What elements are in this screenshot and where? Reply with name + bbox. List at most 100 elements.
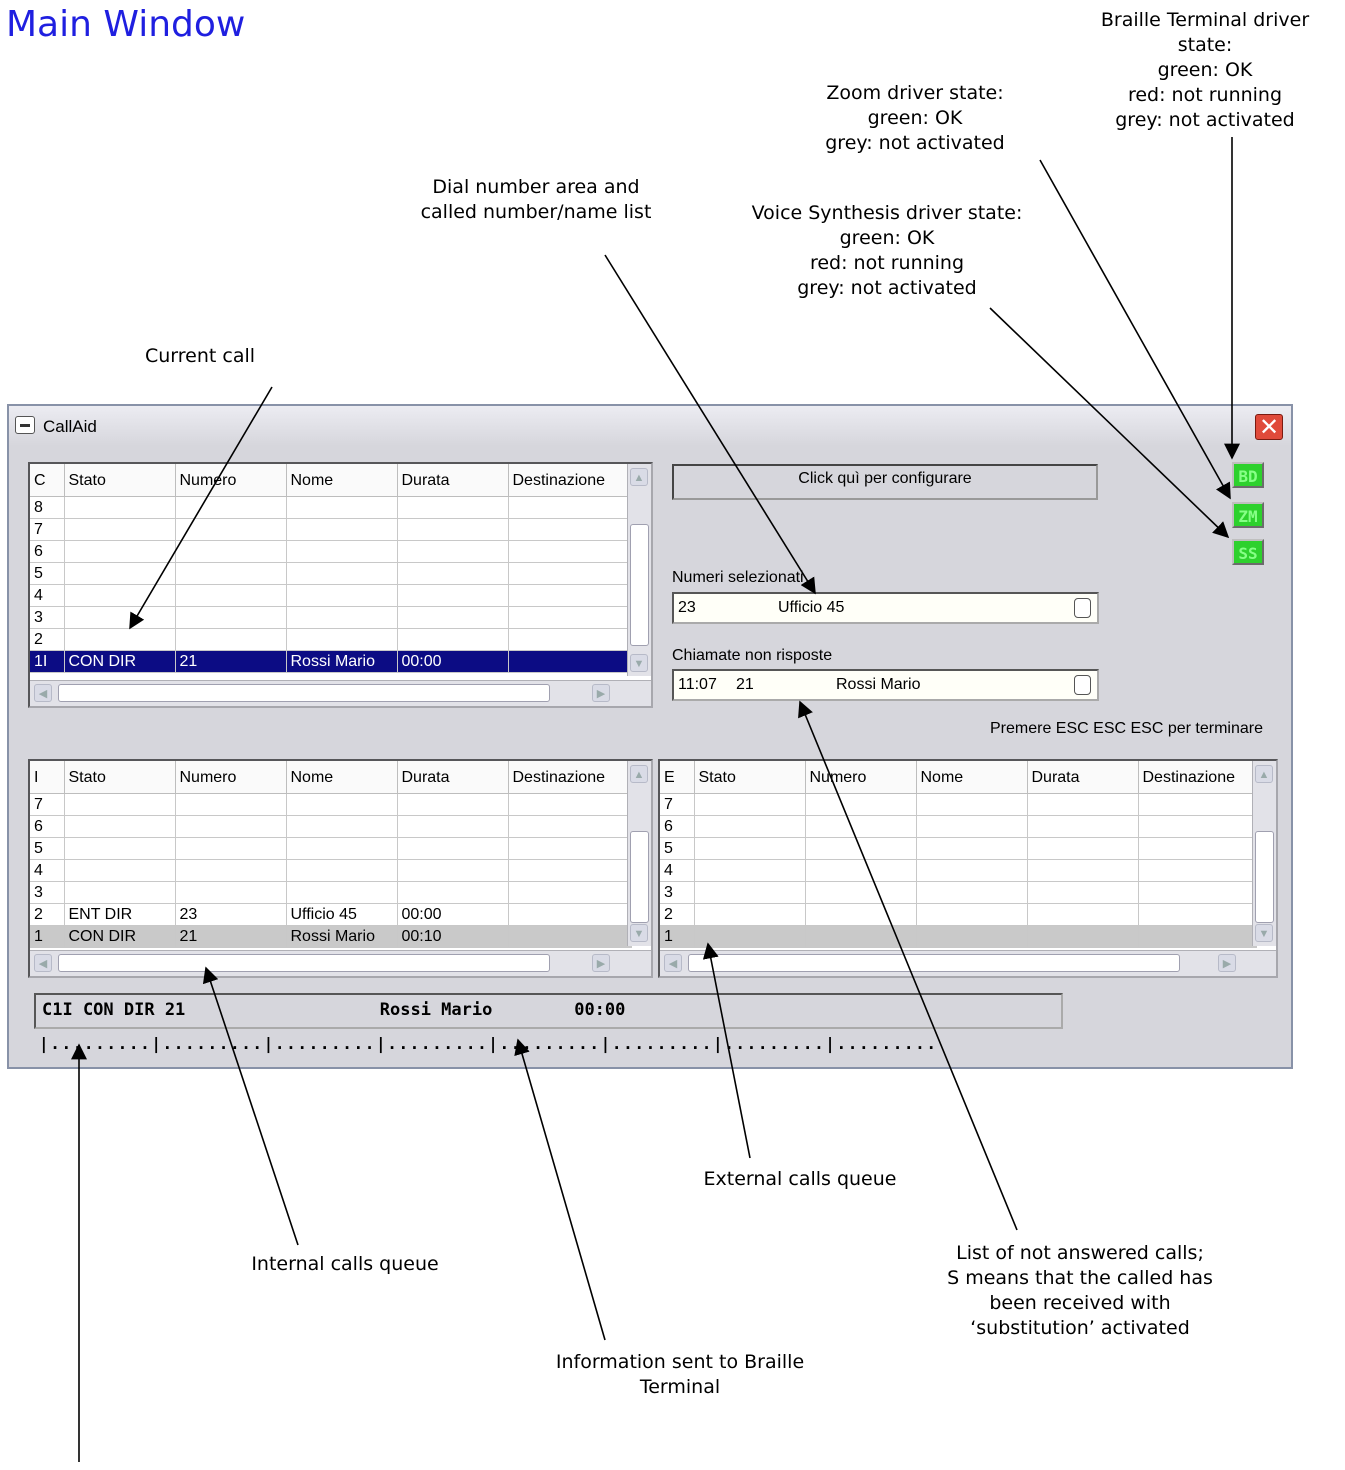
cell bbox=[508, 925, 632, 948]
table-row[interactable]: 3 bbox=[30, 881, 632, 904]
scroll-right-icon[interactable]: ▶ bbox=[592, 954, 610, 972]
scroll-down-icon[interactable]: ▼ bbox=[1255, 924, 1273, 942]
table-row[interactable]: 8 bbox=[30, 496, 632, 519]
cell bbox=[175, 859, 287, 882]
cell bbox=[286, 562, 398, 585]
cell bbox=[916, 859, 1028, 882]
zoom-driver-note: Zoom driver state: green: OK grey: not a… bbox=[790, 81, 1040, 156]
column-header-destinazione[interactable]: Destinazione bbox=[508, 761, 632, 794]
column-header-nome[interactable]: Nome bbox=[916, 761, 1028, 794]
dialed-dropdown-button[interactable] bbox=[1074, 598, 1091, 618]
table-row[interactable]: 4 bbox=[30, 859, 632, 882]
scroll-up-icon[interactable]: ▲ bbox=[630, 468, 648, 486]
cell: 2 bbox=[30, 903, 65, 926]
note-line: green: OK bbox=[1157, 59, 1253, 81]
column-header-stato[interactable]: Stato bbox=[694, 761, 806, 794]
cell: 1 bbox=[30, 925, 65, 948]
scroll-left-icon[interactable]: ◀ bbox=[664, 954, 682, 972]
missed-calls-combo[interactable]: 11:07 21 Rossi Mario bbox=[672, 669, 1099, 701]
missed-dropdown-button[interactable] bbox=[1074, 675, 1091, 695]
cell bbox=[64, 815, 176, 838]
column-header-stato[interactable]: Stato bbox=[64, 761, 176, 794]
column-header-durata[interactable]: Durata bbox=[397, 464, 509, 497]
scroll-left-icon[interactable]: ◀ bbox=[34, 684, 52, 702]
table-row[interactable]: 7 bbox=[660, 793, 1257, 816]
column-header-numero[interactable]: Numero bbox=[175, 761, 287, 794]
scroll-down-icon[interactable]: ▼ bbox=[630, 924, 648, 942]
cell bbox=[508, 562, 632, 585]
column-header-i[interactable]: I bbox=[30, 761, 65, 794]
scroll-thumb[interactable] bbox=[1255, 831, 1274, 923]
table-row[interactable]: 6 bbox=[30, 540, 632, 563]
table-row[interactable]: 5 bbox=[660, 837, 1257, 860]
table-row[interactable]: 7 bbox=[30, 518, 632, 541]
table-row[interactable]: 3 bbox=[660, 881, 1257, 904]
table-row[interactable]: 4 bbox=[660, 859, 1257, 882]
current-call-table: C Stato Numero Nome Durata Destinazione … bbox=[30, 464, 632, 673]
system-menu-icon[interactable] bbox=[15, 416, 35, 434]
current-call-note: Current call bbox=[125, 344, 275, 369]
external-queue-table: E Stato Numero Nome Durata Destinazione … bbox=[660, 761, 1257, 948]
cell bbox=[175, 562, 287, 585]
table-row[interactable]: 7 bbox=[30, 793, 632, 816]
header-row: I Stato Numero Nome Durata Destinazione bbox=[30, 761, 632, 794]
table-row[interactable]: 5 bbox=[30, 837, 632, 860]
scroll-thumb[interactable] bbox=[630, 831, 649, 923]
header-row: E Stato Numero Nome Durata Destinazione bbox=[660, 761, 1257, 794]
column-header-durata[interactable]: Durata bbox=[1027, 761, 1139, 794]
scroll-up-icon[interactable]: ▲ bbox=[630, 765, 648, 783]
current-call-grid[interactable]: C Stato Numero Nome Durata Destinazione … bbox=[28, 462, 653, 708]
cell: 6 bbox=[30, 815, 65, 838]
internal-queue-grid[interactable]: I Stato Numero Nome Durata Destinazione … bbox=[28, 759, 653, 978]
scroll-thumb[interactable] bbox=[58, 684, 550, 702]
scroll-thumb[interactable] bbox=[688, 954, 1180, 972]
scroll-thumb[interactable] bbox=[630, 524, 649, 646]
horizontal-scrollbar[interactable]: ◀ ▶ bbox=[660, 950, 1276, 976]
column-header-stato[interactable]: Stato bbox=[64, 464, 176, 497]
cell bbox=[64, 540, 176, 563]
table-row[interactable]: 3 bbox=[30, 606, 632, 629]
column-header-numero[interactable]: Numero bbox=[175, 464, 287, 497]
column-header-durata[interactable]: Durata bbox=[397, 761, 509, 794]
table-row-selected[interactable]: 1I CON DIR 21 Rossi Mario 00:00 bbox=[30, 650, 632, 673]
column-header-c[interactable]: C bbox=[30, 464, 65, 497]
table-row[interactable]: 6 bbox=[30, 815, 632, 838]
column-header-destinazione[interactable]: Destinazione bbox=[1138, 761, 1257, 794]
table-row[interactable]: 5 bbox=[30, 562, 632, 585]
scroll-down-icon[interactable]: ▼ bbox=[630, 654, 648, 672]
configure-button[interactable]: Click quì per configurare bbox=[672, 464, 1098, 500]
scroll-right-icon[interactable]: ▶ bbox=[592, 684, 610, 702]
column-header-e[interactable]: E bbox=[660, 761, 695, 794]
title-bar[interactable]: CallAid ✕ bbox=[9, 406, 1291, 446]
vertical-scrollbar[interactable]: ▲ ▼ bbox=[627, 464, 651, 676]
table-row-highlighted[interactable]: 1 CON DIR 21 Rossi Mario 00:10 bbox=[30, 925, 632, 948]
table-row[interactable]: 2 ENT DIR 23 Ufficio 45 00:00 bbox=[30, 903, 632, 926]
column-header-destinazione[interactable]: Destinazione bbox=[508, 464, 632, 497]
scroll-left-icon[interactable]: ◀ bbox=[34, 954, 52, 972]
vertical-scrollbar[interactable]: ▲ ▼ bbox=[1252, 761, 1276, 946]
cell bbox=[694, 859, 806, 882]
table-row[interactable]: 2 bbox=[30, 628, 632, 651]
dialed-numbers-combo[interactable]: 23 Ufficio 45 bbox=[672, 592, 1099, 624]
cell bbox=[397, 793, 509, 816]
external-queue-grid[interactable]: E Stato Numero Nome Durata Destinazione … bbox=[658, 759, 1278, 978]
cell bbox=[508, 584, 632, 607]
table-row-highlighted[interactable]: 1 bbox=[660, 925, 1257, 948]
cell: Ufficio 45 bbox=[286, 903, 398, 926]
vertical-scrollbar[interactable]: ▲ ▼ bbox=[627, 761, 651, 946]
cell bbox=[64, 881, 176, 904]
scroll-thumb[interactable] bbox=[58, 954, 550, 972]
column-header-numero[interactable]: Numero bbox=[805, 761, 917, 794]
cell bbox=[175, 606, 287, 629]
table-row[interactable]: 4 bbox=[30, 584, 632, 607]
horizontal-scrollbar[interactable]: ◀ ▶ bbox=[30, 950, 651, 976]
close-button[interactable]: ✕ bbox=[1255, 414, 1283, 440]
horizontal-scrollbar[interactable]: ◀ ▶ bbox=[30, 680, 651, 706]
table-row[interactable]: 2 bbox=[660, 903, 1257, 926]
column-header-nome[interactable]: Nome bbox=[286, 761, 398, 794]
scroll-up-icon[interactable]: ▲ bbox=[1255, 765, 1273, 783]
column-header-nome[interactable]: Nome bbox=[286, 464, 398, 497]
cell bbox=[508, 859, 632, 882]
table-row[interactable]: 6 bbox=[660, 815, 1257, 838]
scroll-right-icon[interactable]: ▶ bbox=[1218, 954, 1236, 972]
